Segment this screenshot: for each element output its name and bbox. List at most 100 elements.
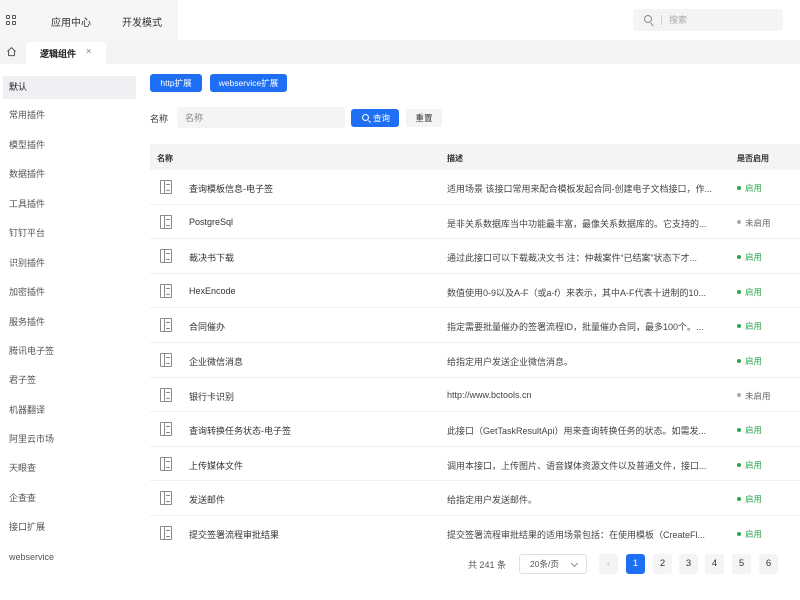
status-badge: 启用 xyxy=(737,355,762,367)
row-description: 调用本接口，上传图片、语音媒体资源文件以及普通文件，接口... xyxy=(447,460,707,471)
table-row[interactable]: PostgreSql 是非关系数据库当中功能最丰富，最像关系数据库的。它支持的.… xyxy=(150,205,800,240)
row-description: 提交签署流程审批结果的适用场景包括：在使用模板（CreateFl... xyxy=(447,530,706,540)
row-name: 裁决书下载 xyxy=(189,253,235,264)
table-row[interactable]: 发送邮件 给指定用户发送邮件。 启用 xyxy=(150,481,800,516)
sidebar-item-data[interactable]: 数据插件 xyxy=(3,163,136,186)
nav-app-center[interactable]: 应用中心 xyxy=(51,14,91,29)
status-badge: 未启用 xyxy=(737,390,771,402)
status-label: 未启用 xyxy=(745,217,771,228)
sidebar-item-service[interactable]: 服务插件 xyxy=(3,311,136,334)
home-icon[interactable] xyxy=(6,46,17,57)
sidebar-item-aliyun-market[interactable]: 阿里云市场 xyxy=(3,428,136,451)
page-5[interactable]: 5 xyxy=(732,554,751,574)
status-label: 启用 xyxy=(745,183,763,193)
status-dot xyxy=(737,289,741,294)
prev-page-button[interactable]: ‹ xyxy=(599,554,618,574)
sidebar-item-api-ext[interactable]: 接口扩展 xyxy=(3,516,136,539)
row-description: 此接口（GetTaskResultApi）用来查询转换任务的状态。如需发... xyxy=(447,426,707,437)
name-filter-input[interactable] xyxy=(177,107,345,128)
row-description: http://www.bctools.cn xyxy=(447,389,532,400)
row-description: 指定需要批量催办的签署流程ID，批量催办合同，最多100个。... xyxy=(447,322,704,333)
status-dot xyxy=(737,393,741,398)
status-label: 启用 xyxy=(745,321,763,332)
table-row[interactable]: 裁决书下载 通过此接口可以下载裁决文书 注：仲裁案件“已结案”状态下才... 启… xyxy=(150,239,800,274)
row-name: 上传媒体文件 xyxy=(189,460,244,471)
search-icon xyxy=(362,114,369,121)
document-icon xyxy=(160,283,172,298)
webservice-ext-button[interactable]: webservice扩展 xyxy=(210,74,287,92)
status-badge: 启用 xyxy=(737,528,762,540)
document-icon xyxy=(160,180,172,194)
table-row[interactable]: 提交签署流程审批结果 提交签署流程审批结果的适用场景包括：在使用模板（Creat… xyxy=(150,516,800,543)
row-description: 给指定用户发送企业微信消息。 xyxy=(447,357,574,367)
document-icon xyxy=(160,353,172,367)
table-row[interactable]: 企业微信消息 给指定用户发送企业微信消息。 启用 xyxy=(150,343,800,378)
query-button[interactable]: 查询 xyxy=(351,109,399,127)
page-size-select[interactable]: 20条/页 xyxy=(519,554,587,574)
sidebar-item-tencent-esign[interactable]: 腾讯电子签 xyxy=(3,340,136,363)
sidebar: 默认 常用插件 模型插件 数据插件 工具插件 钉钉平台 识别插件 加密插件 服务… xyxy=(0,64,139,600)
row-name: 银行卡识别 xyxy=(189,391,235,402)
status-dot xyxy=(737,531,741,536)
nav-dev-mode[interactable]: 开发模式 xyxy=(122,14,162,29)
sidebar-item-encryption[interactable]: 加密插件 xyxy=(3,281,136,304)
status-label: 启用 xyxy=(745,286,763,297)
table-row[interactable]: 查询模板信息-电子签 适用场景 该接口常用来配合模板发起合同-创建电子文档接口，… xyxy=(150,170,800,205)
column-header-desc: 描述 xyxy=(447,154,463,163)
http-ext-button[interactable]: http扩展 xyxy=(150,74,202,92)
sidebar-item-translation[interactable]: 机器翻译 xyxy=(3,399,136,422)
row-description: 是非关系数据库当中功能最丰富，最像关系数据库的。它支持的... xyxy=(447,218,707,229)
row-description: 适用场景 该接口常用来配合模板发起合同-创建电子文档接口，作... xyxy=(447,184,713,194)
row-name: 企业微信消息 xyxy=(189,357,244,367)
query-label: 查询 xyxy=(373,113,391,123)
tab-bar: 逻辑组件 × xyxy=(0,40,800,64)
table-row[interactable]: HexEncode 数值使用0-9以及A-F（或a-f）来表示，其中A-F代表十… xyxy=(150,274,800,309)
reset-button[interactable]: 重置 xyxy=(406,109,442,127)
page-1[interactable]: 1 xyxy=(626,554,645,574)
table-header: 名称 描述 是否启用 xyxy=(150,144,800,170)
status-label: 启用 xyxy=(745,529,763,539)
page-3[interactable]: 3 xyxy=(679,554,698,574)
search-input[interactable] xyxy=(669,12,769,28)
sidebar-item-tools[interactable]: 工具插件 xyxy=(3,193,136,216)
status-badge: 启用 xyxy=(737,493,762,505)
sidebar-item-default[interactable]: 默认 xyxy=(3,76,136,99)
row-name: 查询转换任务状态-电子签 xyxy=(189,426,291,437)
row-description: 数值使用0-9以及A-F（或a-f）来表示，其中A-F代表十进制的10... xyxy=(447,287,707,298)
status-label: 启用 xyxy=(745,252,763,263)
page-6[interactable]: 6 xyxy=(759,554,778,574)
document-icon xyxy=(160,526,172,540)
document-icon xyxy=(160,214,172,229)
chevron-down-icon xyxy=(570,559,579,568)
table-row[interactable]: 合同催办 指定需要批量催办的签署流程ID，批量催办合同，最多100个。... 启… xyxy=(150,308,800,343)
sidebar-item-junziqian[interactable]: 君子签 xyxy=(3,369,136,392)
sidebar-item-qichacha[interactable]: 企查查 xyxy=(3,487,136,510)
status-label: 启用 xyxy=(745,425,763,436)
table-row[interactable]: 查询转换任务状态-电子签 此接口（GetTaskResultApi）用来查询转换… xyxy=(150,412,800,447)
sidebar-item-dingtalk[interactable]: 钉钉平台 xyxy=(3,222,136,245)
page-2[interactable]: 2 xyxy=(653,554,672,574)
sidebar-item-recognition[interactable]: 识别插件 xyxy=(3,252,136,275)
table-row[interactable]: 上传媒体文件 调用本接口，上传图片、语音媒体资源文件以及普通文件，接口... 启… xyxy=(150,447,800,482)
sidebar-item-webservice[interactable]: webservice xyxy=(3,546,136,569)
page-size-value: 20条/页 xyxy=(530,559,559,569)
global-search[interactable] xyxy=(633,9,783,31)
document-icon xyxy=(160,249,172,264)
grid-icon[interactable] xyxy=(6,15,16,25)
sidebar-item-tianyancha[interactable]: 天眼查 xyxy=(3,457,136,480)
tab-logic-components[interactable]: 逻辑组件 × xyxy=(26,42,106,64)
close-icon[interactable]: × xyxy=(86,46,91,56)
top-bar: 应用中心 开发模式 xyxy=(0,0,800,40)
sidebar-item-model[interactable]: 模型插件 xyxy=(3,134,136,157)
document-icon xyxy=(160,318,172,333)
row-name: 提交签署流程审批结果 xyxy=(189,530,280,540)
row-name: PostgreSql xyxy=(189,216,234,227)
sidebar-item-common[interactable]: 常用插件 xyxy=(3,104,136,127)
document-icon xyxy=(160,387,172,402)
column-header-enabled: 是否启用 xyxy=(737,154,769,163)
row-description: 通过此接口可以下载裁决文书 注：仲裁案件“已结案”状态下才... xyxy=(447,253,697,264)
table-row[interactable]: 银行卡识别 http://www.bctools.cn 未启用 xyxy=(150,378,800,413)
status-badge: 启用 xyxy=(737,459,762,471)
page-4[interactable]: 4 xyxy=(705,554,724,574)
status-dot xyxy=(737,185,741,190)
